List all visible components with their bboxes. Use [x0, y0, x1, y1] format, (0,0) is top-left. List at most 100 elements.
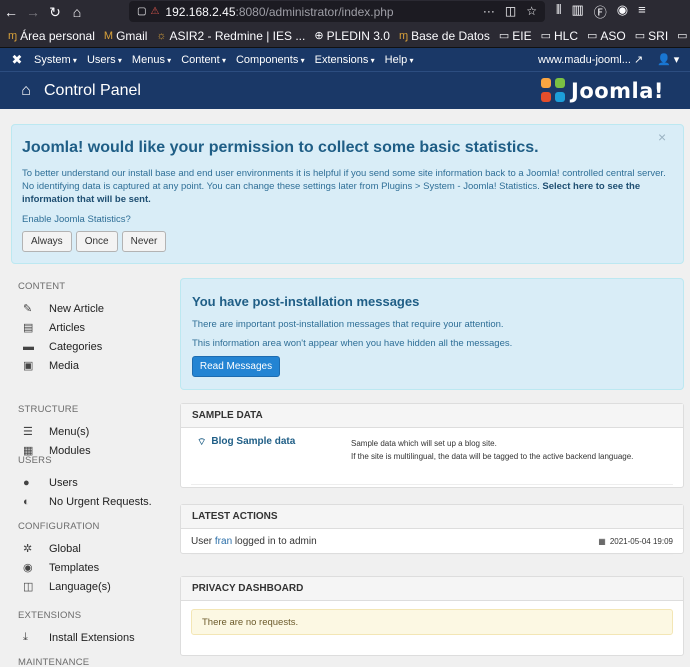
sidebar-item-label: No Urgent Requests.	[49, 495, 152, 508]
statistics-alert: Joomla! would like your permission to co…	[11, 124, 684, 264]
sidebar-item-label: Media	[49, 359, 79, 372]
home-browser-icon[interactable]: ⌂	[66, 1, 88, 23]
admin-menu-item[interactable]: Help	[385, 54, 414, 66]
bookmark-star-icon[interactable]: ☆	[526, 4, 537, 18]
bookmark-item[interactable]: ɱ Base de Datos	[399, 29, 490, 43]
joomla-logo-icon[interactable]: ✖	[0, 52, 34, 68]
site-link[interactable]: www.madu-jooml... ↗	[538, 53, 643, 66]
sample-desc-line-2: If the site is multilingual, the data wi…	[351, 452, 634, 461]
profile-icon[interactable]: Ⓕ	[594, 2, 607, 21]
bookmark-item[interactable]: ▭ EIE	[499, 29, 532, 43]
sidebar-item[interactable]: ✎ New Article	[23, 299, 104, 318]
eye-icon: ◉	[23, 562, 33, 574]
sidebar-heading: CONFIGURATION	[18, 521, 100, 532]
admin-navbar: ✖ System Users Menus Content Components Exten…	[0, 48, 690, 71]
bookmark-item[interactable]: ▭ SRI	[635, 29, 668, 43]
browser-extensions: ⫴ ▥ Ⓕ ◉ ≡	[556, 2, 646, 21]
bookmark-label: HLC	[553, 28, 578, 43]
joomla-mark-icon	[541, 78, 567, 104]
sidebar-item[interactable]: ✲ Global	[23, 539, 81, 558]
page-info-icon[interactable]: ▢	[137, 6, 146, 17]
insecure-lock-icon[interactable]: ⚠	[150, 6, 159, 17]
admin-menu-item[interactable]: Content	[181, 54, 226, 66]
bookmark-item[interactable]: ▭ ASO	[587, 29, 626, 43]
bookmark-label: ASO	[600, 28, 626, 43]
url-bar[interactable]: ▢ ⚠ 192.168.2.45:8080/administrator/inde…	[129, 1, 545, 22]
bookmark-label: PLEDIN 3.0	[326, 28, 390, 43]
menu-icon[interactable]: ≡	[638, 2, 646, 21]
bookmark-label: Base de Datos	[411, 28, 490, 43]
sidebar-item[interactable]: ◐ No Urgent Requests.	[23, 492, 152, 511]
bookmark-item[interactable]: M Gmail	[104, 29, 148, 43]
latest-actions-panel: LATEST ACTIONS User fran logged in to ad…	[180, 504, 684, 555]
sidebar-heading: STRUCTURE	[18, 404, 79, 415]
bookmark-item[interactable]: ☼ ASIR2 - Redmine | IES ...	[156, 29, 305, 43]
sidebar-item[interactable]: ● Users	[23, 473, 78, 492]
sidebar-item[interactable]: ▬ Categories	[23, 337, 102, 356]
once-button[interactable]: Once	[75, 231, 118, 252]
action-date: ▦ 2021-05-04 19:09	[598, 537, 673, 546]
back-icon[interactable]: ←	[0, 1, 22, 23]
bookmark-item[interactable]: ɱ Área personal	[8, 29, 95, 43]
comments-icon: ◫	[23, 581, 34, 593]
admin-menu-item[interactable]: System	[34, 54, 77, 66]
bookmark-item[interactable]: ▭ HLC	[541, 29, 578, 43]
library-icon[interactable]: ⫴	[556, 2, 561, 21]
admin-menu: System Users Menus Content Components Extensi…	[34, 54, 414, 66]
sidebar-item[interactable]: ◉ Templates	[23, 558, 99, 577]
user-icon: ●	[23, 476, 30, 489]
admin-menu-item[interactable]: Components	[236, 54, 305, 66]
bookmark-label: EIE	[512, 28, 532, 43]
always-button[interactable]: Always	[22, 231, 72, 252]
file-icon: ▤	[23, 322, 34, 334]
folder-icon: ▭	[587, 30, 598, 42]
sidebar-item[interactable]: ⤓ Install Extensions	[23, 628, 135, 647]
bookmark-item[interactable]: ▭IAW	[677, 29, 690, 43]
pencil-icon: ✎	[23, 303, 33, 315]
action-text: User fran logged in to admin	[191, 536, 317, 547]
admin-menu-item[interactable]: Extensions	[315, 54, 375, 66]
statistics-question: Enable Joomla Statistics?	[22, 214, 131, 225]
sidebar-item[interactable]: ▤ Articles	[23, 318, 85, 337]
action-user-link[interactable]: fran	[215, 536, 232, 547]
sample-data-link[interactable]: ⌔ Blog Sample data	[197, 436, 295, 449]
bookmark-label: Gmail	[116, 28, 148, 43]
sample-data-name: Blog Sample data	[211, 436, 296, 447]
url-actions: ··· ◫ ☆	[483, 4, 537, 18]
sidebar-item[interactable]: ▣ Media	[23, 356, 79, 375]
close-icon[interactable]: ×	[658, 129, 666, 145]
user-menu[interactable]: 👤 ▾	[657, 53, 679, 66]
statistics-buttons: Always Once Never	[22, 231, 167, 252]
folder-icon: ▭	[677, 30, 688, 42]
extension-icon[interactable]: ◉	[617, 2, 628, 21]
sidebar-item[interactable]: ◫ Language(s)	[23, 577, 111, 596]
bookmark-item[interactable]: ⊕ PLEDIN 3.0	[314, 29, 390, 43]
sidebar-item-label: New Article	[49, 302, 105, 315]
list-icon: ☰	[23, 426, 33, 438]
action-date-value: 2021-05-04 19:09	[609, 537, 673, 546]
bookmark-label: ASIR2 - Redmine | IES ...	[169, 28, 306, 43]
sidebar-heading: EXTENSIONS	[18, 610, 82, 621]
user-icon: 👤	[657, 54, 671, 66]
admin-menu-item[interactable]: Menus	[132, 54, 171, 66]
more-actions-icon[interactable]: ···	[483, 4, 495, 18]
reload-icon[interactable]: ↻	[44, 1, 66, 23]
postinstall-line-1: There are important post-installation me…	[192, 319, 504, 330]
read-messages-button[interactable]: Read Messages	[192, 356, 280, 377]
joomla-wordmark: Joomla!	[571, 79, 664, 103]
never-button[interactable]: Never	[121, 231, 167, 252]
sample-data-description: Sample data which will set up a blog sit…	[351, 437, 681, 463]
admin-menu-item[interactable]: Users	[87, 54, 122, 66]
bookmarks-bar: ɱ Área personal M Gmail ☼ ASIR2 - Redmine | I…	[0, 24, 690, 48]
redmine-icon: ☼	[156, 29, 167, 42]
pocket-icon[interactable]: ◫	[505, 4, 516, 18]
forward-icon[interactable]: →	[22, 1, 44, 23]
sidebar-item-label: Articles	[49, 321, 86, 334]
folder-icon: ▭	[540, 30, 551, 42]
sidebar-toggle-icon[interactable]: ▥	[571, 2, 583, 21]
moodle-icon: ɱ	[8, 29, 18, 42]
sidebar-item[interactable]: ☰ Menu(s)	[23, 422, 89, 441]
privacy-dashboard-panel: PRIVACY DASHBOARD There are no requests.	[180, 576, 684, 656]
action-suffix: logged in to admin	[234, 536, 317, 547]
download-icon: ⤓	[23, 631, 28, 643]
